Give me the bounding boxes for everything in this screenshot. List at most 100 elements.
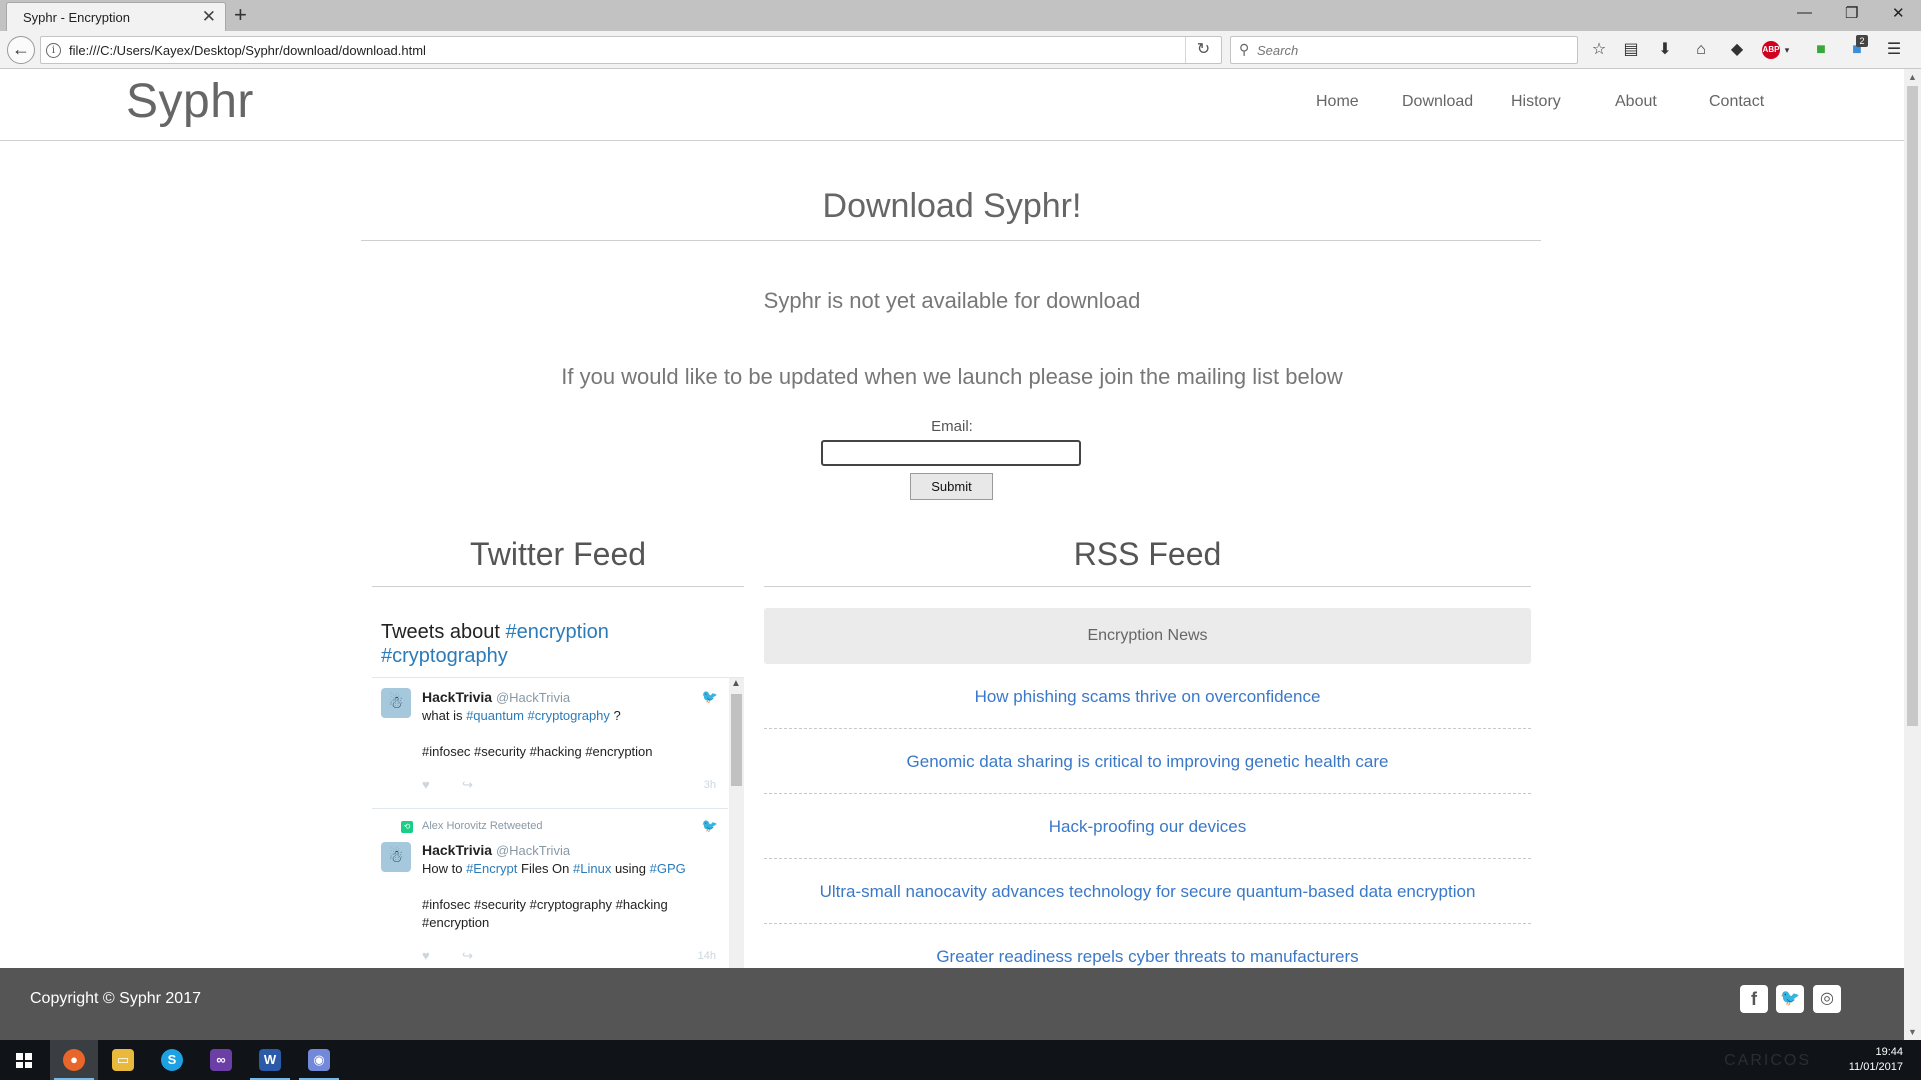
- tweet-text-part: what is: [422, 708, 467, 723]
- retweet-icon: ⟲: [401, 821, 413, 833]
- restore-window-button[interactable]: ❐: [1845, 4, 1858, 22]
- nav-history[interactable]: History: [1511, 93, 1561, 111]
- twitter-bird-icon[interactable]: 🐦: [702, 689, 718, 705]
- downloads-icon[interactable]: ⬇: [1654, 39, 1676, 61]
- clock-time: 19:44: [1875, 1046, 1903, 1058]
- reading-list-icon[interactable]: ▤: [1620, 39, 1642, 61]
- taskbar-skype[interactable]: S: [148, 1040, 196, 1080]
- file-explorer-icon: ▭: [112, 1049, 134, 1071]
- reload-icon[interactable]: ↻: [1185, 37, 1221, 63]
- browser-search-box[interactable]: ⚲: [1230, 36, 1578, 64]
- hashtag-link[interactable]: #Encrypt: [466, 861, 517, 876]
- taskbar-firefox[interactable]: ●: [50, 1040, 98, 1080]
- title-divider: [361, 240, 1541, 241]
- retweeted-by[interactable]: Alex Horovitz Retweeted: [422, 820, 542, 832]
- tweet-text-part: ?: [609, 708, 621, 723]
- like-heart-icon[interactable]: ♥: [422, 777, 430, 792]
- start-button[interactable]: [0, 1040, 48, 1080]
- firefox-icon: ●: [63, 1049, 85, 1071]
- browser-tab-active[interactable]: Syphr - Encryption ✕: [6, 2, 226, 31]
- nav-home[interactable]: Home: [1316, 93, 1359, 111]
- twitter-heading-prefix: Tweets about: [381, 621, 506, 643]
- home-icon[interactable]: ⌂: [1690, 39, 1712, 61]
- new-tab-button[interactable]: +: [234, 2, 247, 28]
- like-heart-icon[interactable]: ♥: [422, 948, 430, 963]
- submit-button[interactable]: Submit: [910, 473, 993, 500]
- rss-item-link[interactable]: Hack-proofing our devices: [764, 794, 1531, 859]
- taskbar-file-explorer[interactable]: ▭: [99, 1040, 147, 1080]
- email-label: Email:: [931, 418, 973, 435]
- tweet-hashtags[interactable]: #infosec #security #hacking #encryption: [422, 743, 712, 761]
- site-logo[interactable]: Syphr: [126, 74, 254, 129]
- availability-notice: Syphr is not yet available for download: [763, 288, 1141, 313]
- browser-tab-strip: Syphr - Encryption ✕ + — ❐ ✕: [0, 0, 1921, 31]
- bookmark-star-icon[interactable]: ☆: [1588, 39, 1610, 61]
- twitter-scrollbar-thumb[interactable]: [731, 694, 742, 786]
- adblock-dropdown-icon[interactable]: ▾: [1776, 39, 1798, 61]
- tweet-author[interactable]: HackTrivia @HackTrivia: [422, 689, 570, 705]
- twitter-widget-heading: Tweets about #encryption #cryptography: [381, 620, 711, 668]
- share-icon[interactable]: ↪: [462, 948, 473, 964]
- hashtag-link[interactable]: #cryptography: [381, 645, 508, 667]
- tweet[interactable]: ⟲ Alex Horovitz Retweeted 🐦 ☃ HackTrivia…: [372, 810, 728, 968]
- rss-item-link[interactable]: Greater readiness repels cyber threats t…: [764, 924, 1531, 968]
- minimize-window-button[interactable]: —: [1797, 4, 1812, 21]
- scroll-down-arrow-icon[interactable]: ▼: [1908, 1027, 1917, 1037]
- site-header: Syphr Home Download History About Contac…: [0, 69, 1904, 141]
- taskbar-discord[interactable]: ◉: [295, 1040, 343, 1080]
- nav-contact[interactable]: Contact: [1709, 93, 1764, 111]
- site-footer: Copyright © Syphr 2017 f 🐦 ◎: [0, 968, 1904, 1040]
- rss-item-link[interactable]: How phishing scams thrive on overconfide…: [764, 664, 1531, 729]
- hashtag-link[interactable]: #cryptography: [528, 708, 610, 723]
- facebook-icon[interactable]: f: [1740, 985, 1768, 1013]
- share-icon[interactable]: ↪: [462, 777, 473, 793]
- menu-hamburger-icon[interactable]: ☰: [1883, 39, 1905, 61]
- twitter-icon[interactable]: 🐦: [1776, 985, 1804, 1013]
- tweet-text-part: How to: [422, 861, 467, 876]
- taskbar-visual-studio[interactable]: ∞: [197, 1040, 245, 1080]
- windows-taskbar: ● ▭ S ∞ W ◉ CARICOS 19:44 11/01/2017: [0, 1040, 1921, 1080]
- avatar[interactable]: ☃: [381, 842, 411, 872]
- watermark-text: CARICOS: [1724, 1052, 1811, 1069]
- scroll-up-arrow-icon[interactable]: ▲: [731, 678, 741, 689]
- tweet-hashtags[interactable]: #encryption: [422, 914, 712, 932]
- tweet-time[interactable]: 14h: [698, 950, 716, 962]
- browser-navigation-bar: ← i file:///C:/Users/Kayex/Desktop/Syphr…: [0, 31, 1921, 69]
- tweet-text-part: using: [611, 861, 650, 876]
- instagram-icon[interactable]: ◎: [1813, 985, 1841, 1013]
- browser-search-input[interactable]: [1257, 39, 1567, 61]
- avatar[interactable]: ☃: [381, 688, 411, 718]
- twitter-bird-icon[interactable]: 🐦: [702, 818, 718, 834]
- hashtag-link[interactable]: #quantum: [466, 708, 524, 723]
- nav-about[interactable]: About: [1615, 93, 1657, 111]
- tweet-author[interactable]: HackTrivia @HackTrivia: [422, 842, 570, 858]
- extension-badge: 2: [1856, 35, 1868, 47]
- hashtag-link[interactable]: #Linux: [573, 861, 611, 876]
- scroll-up-arrow-icon[interactable]: ▲: [1908, 72, 1917, 82]
- rss-feed-heading: RSS Feed: [1073, 536, 1222, 572]
- rss-item-link[interactable]: Ultra-small nanocavity advances technolo…: [764, 859, 1531, 924]
- back-button[interactable]: ←: [7, 36, 35, 64]
- extension-green-icon[interactable]: ■: [1810, 39, 1832, 61]
- rss-feed: Encryption News How phishing scams thriv…: [764, 608, 1531, 968]
- rss-item-link[interactable]: Genomic data sharing is critical to impr…: [764, 729, 1531, 794]
- tweet-author-name: HackTrivia: [422, 842, 493, 858]
- email-field[interactable]: [821, 440, 1081, 466]
- hashtag-link[interactable]: #encryption: [506, 621, 609, 643]
- system-clock[interactable]: 19:44 11/01/2017: [1849, 1045, 1903, 1075]
- page-scrollbar-thumb[interactable]: [1907, 86, 1918, 726]
- tweet-time[interactable]: 3h: [704, 779, 716, 791]
- hashtag-link[interactable]: #GPG: [650, 861, 686, 876]
- pocket-icon[interactable]: ◆: [1726, 39, 1748, 61]
- close-tab-icon[interactable]: ✕: [202, 7, 216, 27]
- taskbar-word[interactable]: W: [246, 1040, 294, 1080]
- url-text[interactable]: file:///C:/Users/Kayex/Desktop/Syphr/dow…: [69, 43, 426, 58]
- tweet[interactable]: ☃ HackTrivia @HackTrivia 🐦 what is #quan…: [372, 678, 728, 809]
- close-window-button[interactable]: ✕: [1892, 4, 1905, 22]
- tweet-text: How to #Encrypt Files On #Linux using #G…: [422, 860, 712, 878]
- tweet-hashtags[interactable]: #infosec #security #cryptography #hackin…: [422, 896, 712, 914]
- tweet-text-part: Files On: [517, 861, 574, 876]
- site-info-icon[interactable]: i: [46, 43, 61, 58]
- nav-download[interactable]: Download: [1402, 93, 1473, 111]
- address-bar[interactable]: i file:///C:/Users/Kayex/Desktop/Syphr/d…: [40, 36, 1222, 64]
